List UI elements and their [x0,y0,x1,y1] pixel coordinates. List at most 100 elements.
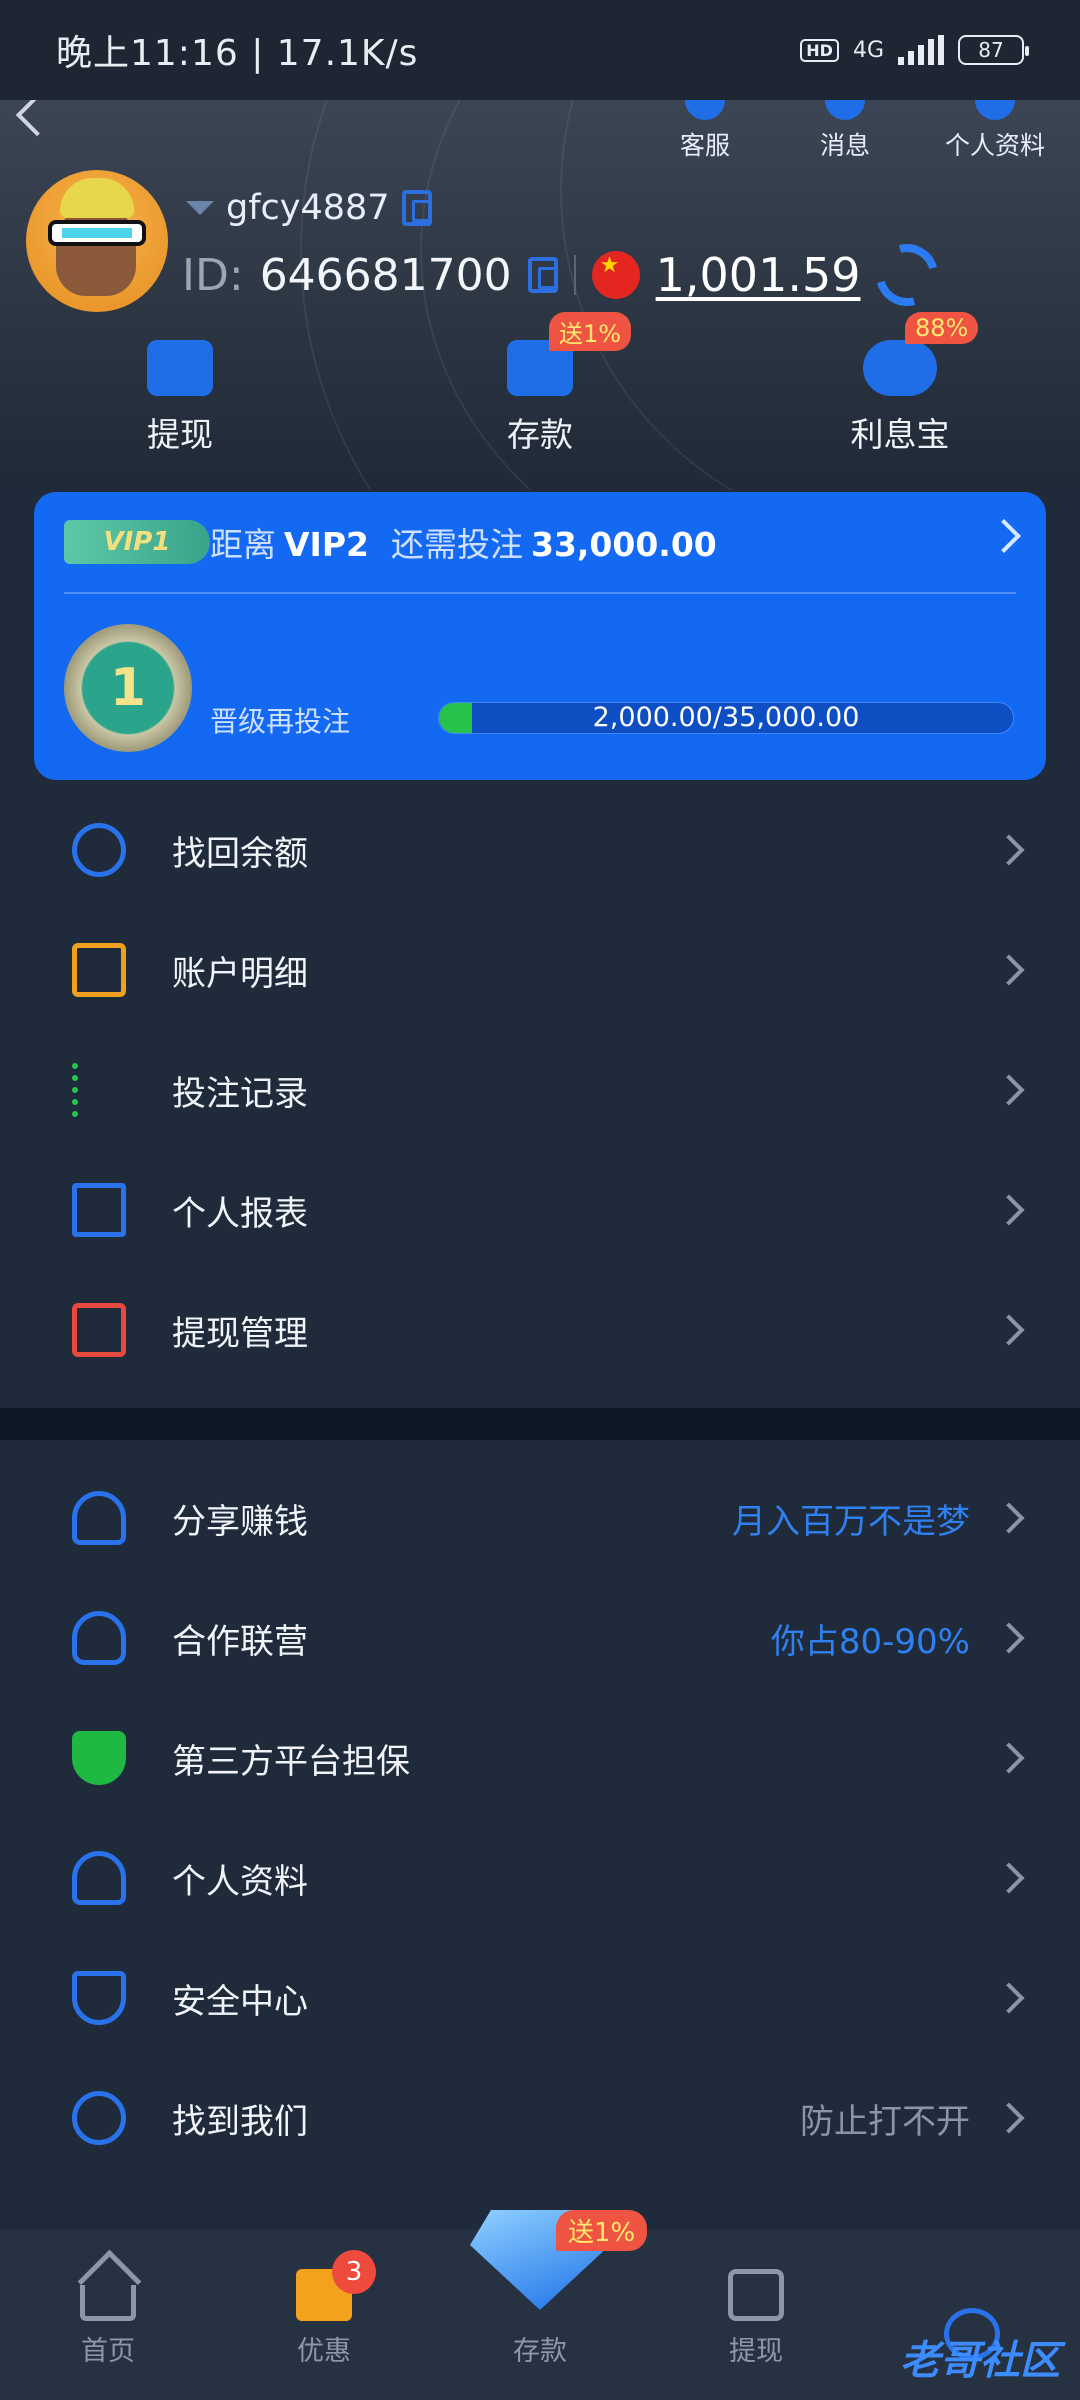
china-flag-icon [591,251,640,299]
menu-personal-info[interactable]: 个人资料 [0,1818,1080,1938]
balance[interactable]: 1,001.59 [656,248,861,302]
dropdown-triangle-icon[interactable] [186,201,214,215]
copy-id-icon[interactable] [527,257,558,293]
vip-medal-icon: 1 [64,624,192,752]
user-edit-icon [72,1851,126,1905]
battery-level: 87 [978,38,1004,62]
chevron-right-icon [993,1074,1025,1106]
bottom-nav: 首页 3 优惠 送1% 存款 提现 老哥社区 [0,2210,1080,2400]
nav-deposit[interactable]: 送1% 存款 [432,2210,648,2400]
vip-medal-number: 1 [109,658,147,718]
username-row: gfcy4887 [186,188,432,228]
coin-search-icon [72,823,126,877]
quick-label: 利息宝 [850,415,950,454]
menu-label: 投注记录 [172,1073,308,1114]
chevron-right-icon [993,1862,1025,1894]
tool-label: 个人资料 [944,131,1045,160]
menu-label: 安全中心 [172,1981,308,2022]
vip-level-badge: VIP1 [64,520,210,564]
menu-withdraw-manage[interactable]: 提现管理 [0,1270,1080,1390]
nav-label: 优惠 [297,2336,351,2367]
divider [573,255,576,295]
menu-label: 个人资料 [172,1861,308,1902]
quick-withdraw[interactable]: 提现 [80,340,280,456]
quick-label: 存款 [507,415,573,454]
withdraw-manage-icon [72,1303,126,1357]
menu-recover-balance[interactable]: 找回余额 [0,790,1080,910]
vip-distance-prefix: 距离 [210,525,276,564]
chevron-right-icon [993,834,1025,866]
avatar[interactable] [26,170,168,312]
nav-home[interactable]: 首页 [0,2230,216,2400]
shield-check-icon [72,1731,126,1785]
refresh-icon[interactable] [865,232,950,318]
quick-deposit[interactable]: 送1% 存款 [440,312,640,456]
promo-count-badge: 3 [332,2250,376,2294]
menu-label: 第三方平台担保 [172,1741,410,1782]
nav-withdraw[interactable]: 提现 [648,2230,864,2400]
vip-need-amount: 33,000.00 [530,525,717,564]
menu-share-earn[interactable]: 分享赚钱 月入百万不是梦 [0,1458,1080,1578]
headset-icon [685,100,725,120]
network-label: 4G [852,37,884,63]
chevron-right-icon [993,2102,1025,2134]
nav-label: 首页 [81,2336,135,2367]
share-user-icon [72,1491,126,1545]
signal-icon [898,35,944,65]
menu-label: 账户明细 [172,953,308,994]
username: gfcy4887 [226,188,390,228]
vip-next-level: VIP2 [284,525,369,564]
nav-promotions[interactable]: 3 优惠 [216,2230,432,2400]
tool-messages[interactable]: 消息 [800,100,890,162]
vip-progress-bar: 2,000.00/35,000.00 [438,702,1014,734]
chevron-right-icon [993,1742,1025,1774]
find-us-icon [72,2091,126,2145]
user-id: 646681700 [259,249,512,301]
menu-group-account: 找回余额 账户明细 投注记录 个人报表 提现管理 [0,790,1080,1390]
menu-personal-report[interactable]: 个人报表 [0,1150,1080,1270]
menu-label: 提现管理 [172,1313,308,1354]
menu-note: 防止打不开 [800,2101,970,2142]
menu-note: 月入百万不是梦 [732,1501,970,1542]
menu-partnership[interactable]: 合作联营 你占80-90% [0,1578,1080,1698]
menu-find-us[interactable]: 找到我们 防止打不开 [0,2058,1080,2178]
security-shield-icon [72,1971,126,2025]
copy-username-icon[interactable] [401,190,432,226]
piggy-bank-icon: 88% [863,312,979,396]
quick-interest[interactable]: 88% 利息宝 [800,312,1000,456]
menu-label: 找到我们 [172,2101,308,2142]
menu-third-party-guarantee[interactable]: 第三方平台担保 [0,1698,1080,1818]
menu-account-detail[interactable]: 账户明细 [0,910,1080,1030]
tool-label: 客服 [679,131,730,160]
status-icons: HD 4G 87 [800,35,1029,65]
tool-profile[interactable]: 个人资料 [940,100,1050,162]
quick-label: 提现 [147,415,213,454]
menu-bet-record[interactable]: 投注记录 [0,1030,1080,1150]
divider [64,592,1016,594]
id-balance-row: ID: 646681700 1,001.59 [182,232,950,318]
profile-icon [975,100,1015,120]
section-divider [0,1408,1080,1440]
account-detail-icon [72,943,126,997]
status-time: 晚上11:16 | 17.1K/s [56,33,419,74]
nav-label: 存款 [513,2336,567,2367]
menu-label: 合作联营 [172,1621,308,1662]
withdraw-ticket-icon [728,2269,784,2321]
id-label: ID: [182,249,244,301]
home-icon [80,2285,136,2321]
tool-customer-service[interactable]: 客服 [660,100,750,162]
back-icon[interactable] [15,100,59,137]
vip-card[interactable]: VIP1 距离 VIP2 还需投注 33,000.00 1 晋级再投注 2,000… [34,492,1046,780]
hd-icon: HD [800,38,839,62]
vip-need-label: 还需投注 [390,525,523,564]
chevron-right-icon [993,1622,1025,1654]
menu-label: 分享赚钱 [172,1501,308,1542]
profile-header: 客服 消息 个人资料 gfcy4887 ID: 646681700 1,001.… [0,100,1080,490]
deposit-bonus-badge: 送1% [549,312,632,351]
menu-security-center[interactable]: 安全中心 [0,1938,1080,2058]
deposit-bonus-badge: 送1% [556,2210,648,2251]
battery-icon: 87 [958,35,1029,65]
withdraw-icon [147,340,213,396]
chevron-right-icon[interactable] [987,519,1021,553]
header-tools: 客服 消息 个人资料 [660,100,1050,162]
